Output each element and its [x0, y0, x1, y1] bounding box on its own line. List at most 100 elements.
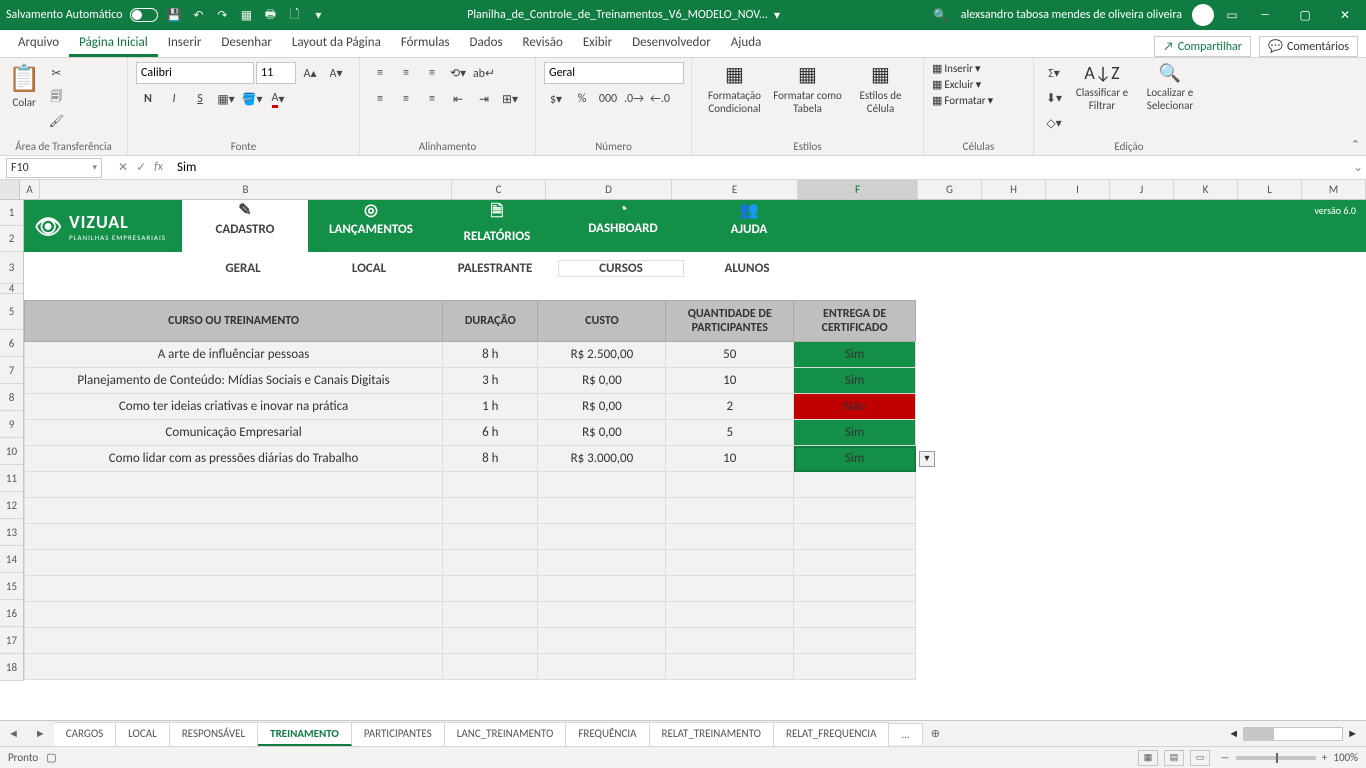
menu-tab-página-inicial[interactable]: Página Inicial [69, 31, 158, 57]
view-normal-icon[interactable]: ▦ [1138, 750, 1158, 766]
sort-filter-button[interactable]: Classificar e Filtrar [1070, 86, 1134, 112]
redo-icon[interactable]: ↷ [214, 7, 230, 23]
cell-empty[interactable] [443, 550, 538, 576]
cell-dur[interactable]: 8 h [443, 342, 538, 368]
cell-empty[interactable] [794, 576, 916, 602]
cell-name[interactable]: Como ter ideias criativas e inovar na pr… [25, 394, 443, 420]
fill-color-button[interactable]: 🪣▾ [240, 88, 264, 110]
autosum-icon[interactable]: Σ▾ [1042, 62, 1066, 84]
cell-empty[interactable] [25, 576, 443, 602]
zoom-out-icon[interactable]: ― [1220, 751, 1230, 764]
paste-icon[interactable]: 📋 [8, 62, 40, 94]
align-middle-icon[interactable]: ≡ [394, 62, 418, 84]
row-header-8[interactable]: 8 [0, 384, 24, 411]
autosave-toggle[interactable] [130, 8, 158, 22]
maximize-button[interactable]: ▢ [1290, 8, 1320, 23]
cell-cert[interactable]: Sim [794, 420, 916, 446]
table-row-empty[interactable] [25, 498, 916, 524]
col-header-F[interactable]: F [798, 180, 918, 199]
format-table-icon[interactable]: ▦ [798, 62, 817, 87]
row-header-1[interactable]: 1 [0, 200, 24, 226]
cell-dur[interactable]: 6 h [443, 420, 538, 446]
hscroll-right-icon[interactable]: ► [1347, 727, 1358, 740]
cell-qty[interactable]: 10 [666, 446, 794, 472]
app-tab-ajuda[interactable]: 👥AJUDA [686, 200, 812, 252]
row-header-4[interactable]: 4 [0, 284, 24, 294]
app-tab-cadastro[interactable]: ✎CADASTRO [182, 200, 308, 252]
cell-empty[interactable] [25, 550, 443, 576]
orientation-icon[interactable]: ⟲▾ [446, 62, 470, 84]
table-row-empty[interactable] [25, 524, 916, 550]
sheet-nav-prev-icon[interactable]: ◄ [0, 727, 27, 740]
table-row-empty[interactable] [25, 472, 916, 498]
share-button[interactable]: ↗ Compartilhar [1154, 36, 1251, 57]
sheet-tab-frequência[interactable]: FREQUÊNCIA [566, 722, 649, 746]
cell-dur[interactable]: 3 h [443, 368, 538, 394]
table-row-empty[interactable] [25, 654, 916, 680]
table-row-empty[interactable] [25, 550, 916, 576]
minimize-button[interactable]: ― [1250, 8, 1280, 22]
italic-button[interactable]: I [162, 88, 186, 110]
cell-name[interactable]: Comunicação Empresarial [25, 420, 443, 446]
app-tab-relatórios[interactable]: 🗎RELATÓRIOS [434, 200, 560, 252]
col-header-B[interactable]: B [40, 180, 452, 199]
cell-empty[interactable] [443, 654, 538, 680]
app-tab-lançamentos[interactable]: ◎LANÇAMENTOS [308, 200, 434, 252]
cell-empty[interactable] [443, 602, 538, 628]
cell-cost[interactable]: R$ 2.500,00 [538, 342, 666, 368]
percent-icon[interactable]: % [570, 88, 594, 110]
search-icon[interactable]: 🔍 [933, 7, 949, 23]
cell-empty[interactable] [666, 654, 794, 680]
paste-button[interactable]: Colar [13, 96, 36, 109]
close-button[interactable]: ✕ [1330, 8, 1360, 23]
cell-empty[interactable] [666, 524, 794, 550]
subtab-alunos[interactable]: ALUNOS [684, 260, 810, 277]
align-bottom-icon[interactable]: ≡ [420, 62, 444, 84]
qat-more-icon[interactable]: ▾ [310, 7, 326, 23]
view-pagebreak-icon[interactable]: ▭ [1190, 750, 1210, 766]
cell-empty[interactable] [538, 498, 666, 524]
cell-empty[interactable] [25, 498, 443, 524]
zoom-in-icon[interactable]: + [1322, 751, 1327, 764]
cell-name[interactable]: A arte de influênciar pessoas [25, 342, 443, 368]
subtab-palestrante[interactable]: PALESTRANTE [432, 260, 558, 277]
fx-expand-icon[interactable]: ⌄ [1350, 160, 1366, 175]
row-header-16[interactable]: 16 [0, 600, 24, 627]
indent-inc-icon[interactable]: ⇥ [472, 88, 496, 110]
cell-qty[interactable]: 2 [666, 394, 794, 420]
cell-empty[interactable] [25, 472, 443, 498]
align-center-icon[interactable]: ≡ [394, 88, 418, 110]
menu-tab-arquivo[interactable]: Arquivo [8, 31, 69, 57]
cell-empty[interactable] [794, 654, 916, 680]
cell-empty[interactable] [443, 498, 538, 524]
menu-tab-revisão[interactable]: Revisão [513, 31, 573, 57]
cell-styles-button[interactable]: Estilos de Célula [846, 89, 915, 115]
undo-icon[interactable]: ↶ [190, 7, 206, 23]
table-row[interactable]: Como lidar com as pressões diárias do Tr… [25, 446, 916, 472]
row-header-14[interactable]: 14 [0, 546, 24, 573]
fx-confirm-icon[interactable]: ✓ [136, 160, 146, 175]
cell-empty[interactable] [794, 550, 916, 576]
cell-empty[interactable] [443, 472, 538, 498]
qat-icon-1[interactable]: ▦ [238, 7, 254, 23]
cell-styles-icon[interactable]: ▦ [871, 62, 890, 87]
border-button[interactable]: ▦▾ [214, 88, 238, 110]
cell-empty[interactable] [794, 498, 916, 524]
menu-tab-layout-da-página[interactable]: Layout da Página [282, 31, 391, 57]
cell-cost[interactable]: R$ 0,00 [538, 394, 666, 420]
cell-cost[interactable]: R$ 3.000,00 [538, 446, 666, 472]
sheet-tab-lanc_treinamento[interactable]: LANC_TREINAMENTO [445, 722, 567, 746]
col-header-L[interactable]: L [1238, 180, 1302, 199]
cell-empty[interactable] [443, 576, 538, 602]
cond-format-icon[interactable]: ▦ [725, 62, 744, 87]
sheet-tab-relat_treinamento[interactable]: RELAT_TREINAMENTO [650, 722, 774, 746]
sheet-nav-next-icon[interactable]: ► [27, 727, 54, 740]
horizontal-scrollbar[interactable] [1243, 727, 1343, 741]
row-header-2[interactable]: 2 [0, 226, 24, 252]
cell-empty[interactable] [538, 602, 666, 628]
row-header-9[interactable]: 9 [0, 411, 24, 438]
cell-empty[interactable] [443, 524, 538, 550]
cell-empty[interactable] [666, 602, 794, 628]
menu-tab-desenvolvedor[interactable]: Desenvolvedor [622, 31, 721, 57]
ribbon-display-icon[interactable]: ▭ [1224, 7, 1240, 23]
